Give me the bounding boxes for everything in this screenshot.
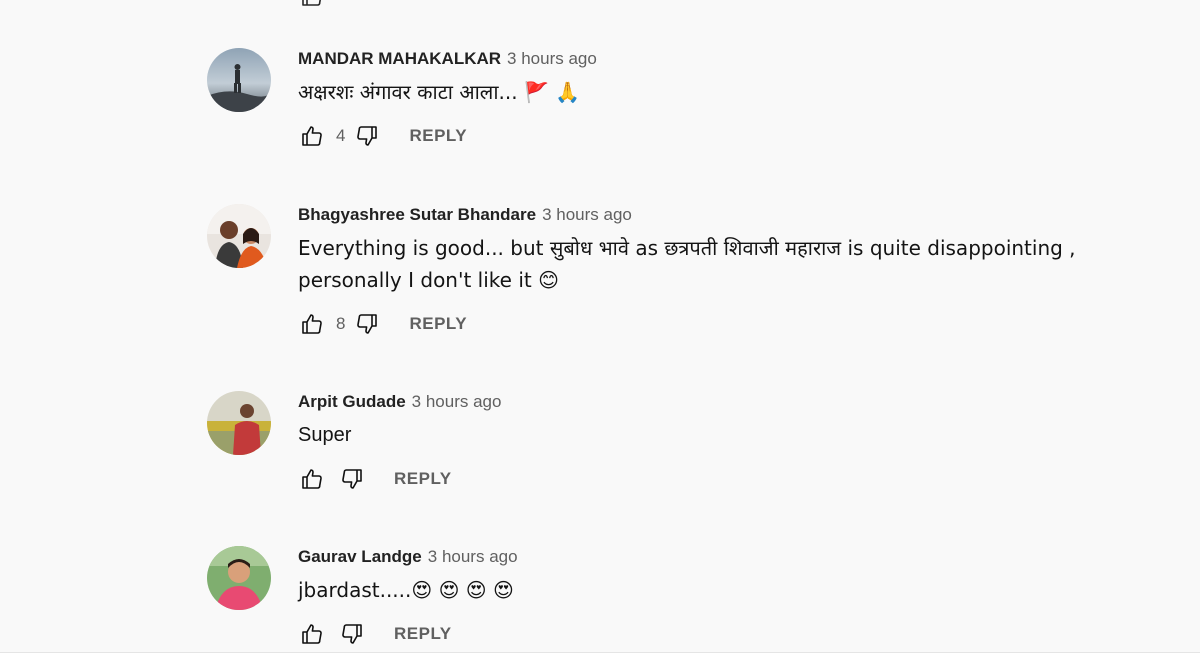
comment-text-line: अक्षरशः अंगावर काटा आला... 🚩 🙏	[298, 80, 581, 104]
comment-body: Bhagyashree Sutar Bhandare 3 hours ago Ev…	[298, 204, 1158, 338]
previous-comment-actions	[298, 0, 326, 6]
reply-button[interactable]: REPLY	[394, 624, 452, 644]
author-name[interactable]: Arpit Gudade	[298, 392, 406, 411]
thumb-down-icon[interactable]	[338, 465, 366, 493]
author-name[interactable]: MANDAR MAHAKALKAR	[298, 49, 501, 68]
bottom-edge	[0, 652, 1200, 668]
comment-body: MANDAR MAHAKALKAR 3 hours ago अक्षरशः अंग…	[298, 48, 1158, 150]
author-name[interactable]: Gaurav Landge	[298, 547, 422, 566]
thumb-up-icon[interactable]	[298, 0, 326, 10]
avatar[interactable]	[207, 48, 271, 112]
comment-text: Everything is good... but सुबोध भावे as …	[298, 232, 1158, 296]
timestamp[interactable]: 3 hours ago	[542, 205, 632, 224]
comment-text-line: Everything is good... but सुबोध भावे as …	[298, 236, 1076, 260]
thumb-down-icon[interactable]	[353, 122, 381, 150]
comment-text-line: personally I don't like it 😊	[298, 268, 559, 292]
thumb-up-icon[interactable]	[298, 620, 326, 648]
timestamp[interactable]: 3 hours ago	[428, 547, 518, 566]
comment-header: MANDAR MAHAKALKAR 3 hours ago	[298, 48, 1158, 70]
avatar[interactable]	[207, 546, 271, 610]
timestamp[interactable]: 3 hours ago	[412, 392, 502, 411]
thumb-down-icon[interactable]	[338, 620, 366, 648]
comment-actions: 8 REPLY	[298, 310, 1158, 338]
comment-text-line: jbardast.....😍 😍 😍 😍	[298, 578, 514, 602]
thumb-up-icon[interactable]	[298, 310, 326, 338]
avatar[interactable]	[207, 204, 271, 268]
comment-text-line: Super	[298, 424, 352, 446]
comment-text: Super	[298, 419, 1158, 451]
comment-actions: REPLY	[298, 620, 1158, 648]
reply-button[interactable]: REPLY	[409, 314, 467, 334]
comment-body: Gaurav Landge 3 hours ago jbardast.....😍 …	[298, 546, 1158, 648]
comment-header: Bhagyashree Sutar Bhandare 3 hours ago	[298, 204, 1158, 226]
avatar[interactable]	[207, 391, 271, 455]
comment-actions: REPLY	[298, 465, 1158, 493]
comment-body: Arpit Gudade 3 hours ago Super REPLY	[298, 391, 1158, 493]
comment-text: jbardast.....😍 😍 😍 😍	[298, 574, 1158, 606]
reply-button[interactable]: REPLY	[409, 126, 467, 146]
timestamp[interactable]: 3 hours ago	[507, 49, 597, 68]
like-count: 8	[336, 314, 346, 333]
comment-header: Gaurav Landge 3 hours ago	[298, 546, 1158, 568]
thumb-up-icon[interactable]	[298, 465, 326, 493]
author-name[interactable]: Bhagyashree Sutar Bhandare	[298, 205, 536, 224]
thumb-up-icon[interactable]	[298, 122, 326, 150]
like-count: 4	[336, 126, 346, 145]
reply-button[interactable]: REPLY	[394, 469, 452, 489]
comment-header: Arpit Gudade 3 hours ago	[298, 391, 1158, 413]
comment-actions: 4 REPLY	[298, 122, 1158, 150]
thumb-down-icon[interactable]	[353, 310, 381, 338]
comment-text: अक्षरशः अंगावर काटा आला... 🚩 🙏	[298, 76, 1158, 108]
